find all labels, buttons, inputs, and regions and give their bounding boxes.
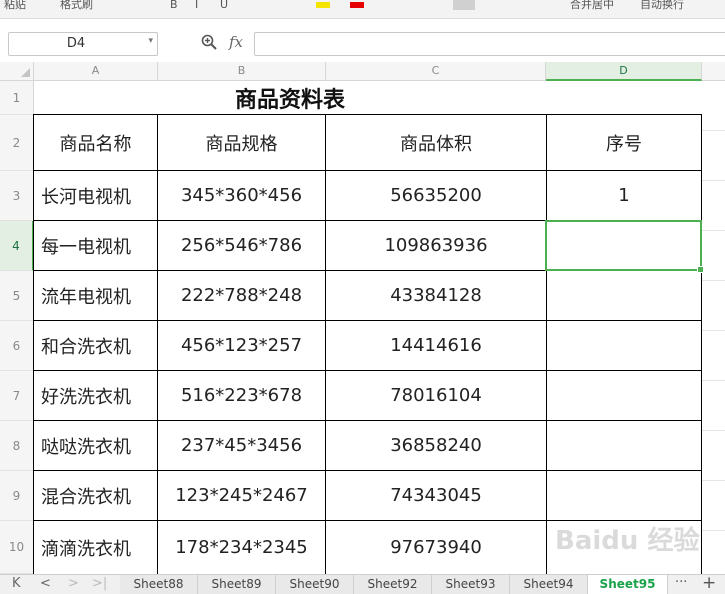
toolbar-item-wrap[interactable]: 自动换行 [640, 0, 684, 14]
header-cell-volume[interactable]: 商品体积 [326, 115, 546, 170]
table-cell[interactable]: 混合洗衣机 [34, 471, 157, 520]
row-header-3[interactable]: 3 [0, 171, 34, 221]
formula-bar: D4 ▾ fx [0, 24, 725, 62]
table-cell[interactable]: 56635200 [326, 171, 546, 220]
row-header-7[interactable]: 7 [0, 371, 34, 421]
table-cell[interactable]: 滴滴洗衣机 [34, 521, 157, 574]
column-header-a[interactable]: A [34, 62, 158, 81]
table-cell[interactable]: 256*546*786 [158, 221, 325, 270]
first-sheet-icon[interactable]: K [12, 576, 21, 591]
row-header-1[interactable]: 1 [0, 81, 34, 115]
header-cell-index[interactable]: 序号 [547, 115, 701, 170]
toolbar-item-underline[interactable]: U [220, 0, 228, 14]
table-cell[interactable]: 43384128 [326, 271, 546, 320]
table-cell[interactable]: 97673940 [326, 521, 546, 574]
more-sheets-icon[interactable]: ··· [675, 575, 687, 590]
table-cell[interactable]: 123*245*2467 [158, 471, 325, 520]
table-cell[interactable]: 长河电视机 [34, 171, 157, 220]
next-sheet-icon[interactable]: > [68, 576, 79, 591]
add-sheet-icon[interactable]: + [702, 573, 716, 593]
tab-sheet94[interactable]: Sheet94 [510, 575, 588, 594]
tab-sheet90[interactable]: Sheet90 [276, 575, 354, 594]
row-header-9[interactable]: 9 [0, 471, 34, 521]
row-header-4[interactable]: 4 [0, 221, 34, 271]
sheet-tab-bar: K < > >| Sheet88 Sheet89 Sheet90 Sheet92… [0, 573, 725, 594]
fill-handle[interactable] [697, 266, 704, 273]
chevron-down-icon[interactable]: ▾ [148, 36, 153, 46]
tab-sheet93[interactable]: Sheet93 [432, 575, 510, 594]
tab-sheet89[interactable]: Sheet89 [198, 575, 276, 594]
table-cell[interactable]: 流年电视机 [34, 271, 157, 320]
table-cell[interactable]: 36858240 [326, 421, 546, 470]
table-cell[interactable]: 每一电视机 [34, 221, 157, 270]
table-border-right [701, 115, 702, 574]
active-cell-selection[interactable] [545, 220, 704, 273]
tab-sheet88[interactable]: Sheet88 [120, 575, 198, 594]
column-header-d[interactable]: D [546, 62, 702, 81]
tab-sheet92[interactable]: Sheet92 [354, 575, 432, 594]
tab-sheet95[interactable]: Sheet95 [588, 575, 668, 594]
function-icon[interactable]: fx [229, 33, 243, 51]
row-header-10[interactable]: 10 [0, 521, 34, 574]
zoom-icon[interactable] [201, 34, 217, 54]
fill-color-icon[interactable] [316, 2, 330, 8]
toolbar-item-merge[interactable]: 合并居中 [570, 0, 614, 14]
row-header-8[interactable]: 8 [0, 421, 34, 471]
table-cell[interactable]: 哒哒洗衣机 [34, 421, 157, 470]
table-cell[interactable]: 456*123*257 [158, 321, 325, 370]
toolbar-item-paste[interactable]: 粘贴 [4, 0, 26, 14]
table-cell[interactable] [547, 271, 701, 320]
row-header-5[interactable]: 5 [0, 271, 34, 321]
header-cell-spec[interactable]: 商品规格 [158, 115, 325, 170]
table-cell[interactable]: 109863936 [326, 221, 546, 270]
table-cell[interactable] [547, 321, 701, 370]
table-cell[interactable]: 237*45*3456 [158, 421, 325, 470]
row-header-2[interactable]: 2 [0, 115, 34, 171]
table-cell[interactable] [547, 471, 701, 520]
column-header-b[interactable]: B [158, 62, 326, 81]
table-cell[interactable]: 178*234*2345 [158, 521, 325, 574]
select-all-corner[interactable] [0, 62, 34, 81]
toolbar-item-format-painter[interactable]: 格式刷 [60, 0, 93, 14]
prev-sheet-icon[interactable]: < [40, 576, 51, 591]
column-header-e[interactable] [702, 62, 725, 81]
table-cell[interactable] [547, 421, 701, 470]
column-header-c[interactable]: C [326, 62, 546, 81]
table-cell[interactable]: 345*360*456 [158, 171, 325, 220]
row-header-6[interactable]: 6 [0, 321, 34, 371]
name-box[interactable]: D4 ▾ [8, 32, 158, 56]
header-cell-name[interactable]: 商品名称 [34, 115, 157, 170]
last-sheet-icon[interactable]: >| [92, 576, 107, 591]
table-cell[interactable]: 1 [547, 171, 701, 220]
toolbar-item-italic[interactable]: I [195, 0, 198, 14]
table-cell[interactable] [547, 371, 701, 420]
cell-reference: D4 [66, 36, 86, 51]
table-cell[interactable] [547, 521, 701, 574]
table-cell[interactable]: 222*788*248 [158, 271, 325, 320]
table-cell[interactable]: 好洗洗衣机 [34, 371, 157, 420]
table-cell[interactable]: 和合洗衣机 [34, 321, 157, 370]
font-color-icon[interactable] [350, 2, 364, 8]
sheet-title[interactable]: 商品资料表 [34, 81, 546, 115]
table-cell[interactable]: 74343045 [326, 471, 546, 520]
table-cell[interactable]: 78016104 [326, 371, 546, 420]
toolbar-item-bold[interactable]: B [170, 0, 178, 14]
empty-grid-area[interactable] [702, 81, 725, 574]
table-cell[interactable]: 516*223*678 [158, 371, 325, 420]
formula-input[interactable] [254, 32, 725, 56]
align-center-icon[interactable] [453, 0, 475, 10]
table-cell[interactable]: 14414616 [326, 321, 546, 370]
ribbon-toolbar: 粘贴 格式刷 B I U 合并居中 自动换行 [0, 0, 725, 19]
